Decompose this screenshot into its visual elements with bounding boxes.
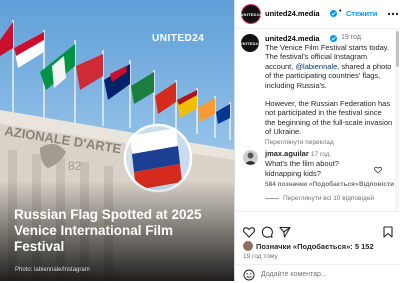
commenter-name[interactable]: jmax.aguilar bbox=[265, 149, 309, 158]
caption-avatar[interactable]: UNITED24 bbox=[239, 34, 261, 52]
scrollbar-track[interactable] bbox=[395, 29, 399, 210]
caption-account-name[interactable]: united24.media bbox=[265, 34, 320, 43]
avatar-text: UNITED24 bbox=[240, 11, 262, 17]
likes-prefix: Позначки «Подобається»: bbox=[256, 242, 355, 251]
comment-time: 17 год. bbox=[310, 151, 332, 158]
scrollbar-thumb[interactable] bbox=[395, 31, 399, 67]
more-icon[interactable] bbox=[387, 12, 399, 16]
caption-time: 19 год. bbox=[341, 34, 363, 41]
account-avatar[interactable]: UNITED24 bbox=[241, 4, 261, 24]
comment-item: jmax.aguilar 17 год. What's the film abo… bbox=[235, 146, 400, 206]
post-image[interactable]: AZIONALE D'ARTE C 82 UNITED24 Russian Fl… bbox=[0, 0, 234, 281]
post-header: UNITED24 united24.media • Стежити bbox=[235, 0, 400, 29]
comments-scroll-area[interactable]: UNITED24 united24.media 19 год. The Veni… bbox=[235, 29, 400, 210]
post-sidebar: UNITED24 united24.media • Стежити UNITED… bbox=[234, 0, 400, 281]
follow-button[interactable]: Стежити bbox=[346, 9, 377, 18]
caption-text: The Venice Film Festival starts today. T… bbox=[265, 43, 393, 147]
view-replies-line bbox=[265, 197, 279, 199]
view-replies-link[interactable]: Переглянути всі 10 відповідей bbox=[265, 195, 374, 202]
caption-paragraph-2: However, the Russian Federation has not … bbox=[265, 99, 393, 137]
comment-body: jmax.aguilar 17 год. What's the film abo… bbox=[265, 149, 377, 178]
brand-watermark: UNITED24 bbox=[152, 33, 205, 44]
like-icon[interactable] bbox=[243, 226, 255, 238]
share-icon[interactable] bbox=[279, 226, 291, 238]
caption-mention-link[interactable]: @labiennale bbox=[295, 62, 337, 71]
photo-credit: Photo: labiennale/Instagram bbox=[15, 267, 90, 273]
post-time[interactable]: 19 год тому bbox=[243, 253, 278, 260]
comment-text: What's the film about? kidnapping kids? bbox=[265, 159, 339, 178]
commenter-avatar[interactable] bbox=[243, 150, 258, 165]
add-comment-input[interactable] bbox=[261, 269, 391, 280]
action-bar: Позначки «Подобається»: 5 152 19 год том… bbox=[235, 211, 400, 282]
comment-likes-count[interactable]: 584 позначки «Подобається» bbox=[265, 181, 359, 188]
view-replies-label: Переглянути всі 10 відповідей bbox=[283, 195, 374, 202]
comment-icon[interactable] bbox=[261, 226, 273, 238]
likers-avatar bbox=[243, 241, 253, 251]
emoji-icon[interactable] bbox=[243, 269, 255, 281]
verified-badge-icon bbox=[330, 10, 337, 17]
reply-button[interactable]: Відповісти bbox=[359, 181, 394, 188]
header-account-name[interactable]: united24.media bbox=[265, 9, 320, 18]
dot-separator: • bbox=[339, 8, 342, 15]
avatar-text: UNITED24 bbox=[239, 40, 261, 46]
save-icon[interactable] bbox=[383, 226, 393, 238]
post-headline: Russian Flag Spotted at 2025 Venice Inte… bbox=[14, 207, 202, 254]
person-icon bbox=[244, 152, 257, 165]
verified-badge-icon bbox=[330, 35, 337, 42]
heart-icon[interactable] bbox=[374, 166, 382, 174]
likes-count: 5 152 bbox=[354, 242, 374, 251]
add-comment-row bbox=[235, 264, 400, 283]
likes-summary: Позначки «Подобається»: 5 152 bbox=[256, 242, 374, 251]
svg-text:82: 82 bbox=[68, 159, 82, 173]
